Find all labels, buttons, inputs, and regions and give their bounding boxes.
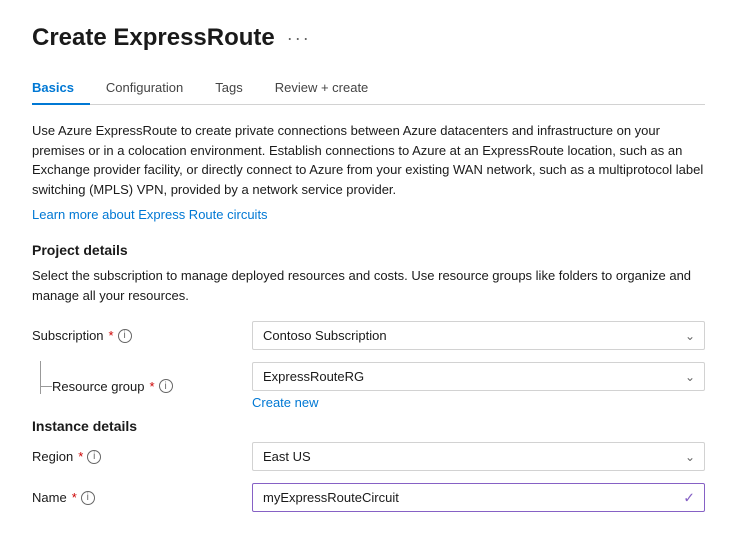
region-row: Region * i East US ⌄ [32,442,705,471]
name-row: Name * i ✓ [32,483,705,512]
tab-basics[interactable]: Basics [32,72,90,105]
name-input-col: ✓ [252,483,705,512]
region-dropdown[interactable]: East US ⌄ [252,442,705,471]
tab-configuration[interactable]: Configuration [90,72,199,105]
page-title: Create ExpressRoute [32,24,275,52]
name-check-icon: ✓ [683,489,695,506]
name-label: Name [32,490,67,505]
instance-details-title: Instance details [32,418,705,434]
tab-review-create[interactable]: Review + create [259,72,385,105]
resource-group-label-col: Resource group * i [32,379,252,394]
tab-tags[interactable]: Tags [199,72,258,105]
resource-group-value: ExpressRouteRG [263,369,364,384]
name-label-col: Name * i [32,490,252,505]
resource-group-dropdown-wrapper: ExpressRouteRG ⌄ [252,362,705,391]
region-chevron-icon: ⌄ [685,450,695,464]
subscription-input-col: Contoso Subscription ⌄ [252,321,705,350]
instance-details-form: Region * i East US ⌄ Name * i ✓ [32,442,705,512]
project-details-title: Project details [32,242,705,258]
resource-group-info-icon[interactable]: i [159,379,173,393]
region-required: * [78,449,83,464]
tab-bar: Basics Configuration Tags Review + creat… [32,72,705,105]
page-title-area: Create ExpressRoute ··· [32,24,705,52]
subscription-row: Subscription * i Contoso Subscription ⌄ [32,321,705,350]
region-label: Region [32,449,73,464]
resource-group-label: Resource group [52,379,145,394]
create-new-resource-group-link[interactable]: Create new [252,395,705,410]
resource-group-input-col: ExpressRouteRG ⌄ Create new [252,362,705,410]
name-required: * [72,490,77,505]
ellipsis-menu-icon[interactable]: ··· [287,28,311,49]
subscription-value: Contoso Subscription [263,328,387,343]
subscription-chevron-icon: ⌄ [685,329,695,343]
subscription-dropdown[interactable]: Contoso Subscription ⌄ [252,321,705,350]
project-details-form: Subscription * i Contoso Subscription ⌄ … [32,321,705,410]
name-input[interactable] [252,483,705,512]
region-value: East US [263,449,311,464]
subscription-label: Subscription [32,328,104,343]
name-info-icon[interactable]: i [81,491,95,505]
subscription-label-col: Subscription * i [32,328,252,343]
project-details-desc: Select the subscription to manage deploy… [32,266,705,305]
region-info-icon[interactable]: i [87,450,101,464]
name-input-wrapper: ✓ [252,483,705,512]
subscription-info-icon[interactable]: i [118,329,132,343]
resource-group-row: Resource group * i ExpressRouteRG ⌄ Crea… [32,362,705,410]
resource-group-dropdown[interactable]: ExpressRouteRG ⌄ [252,362,705,391]
resource-group-required: * [150,379,155,394]
learn-more-link[interactable]: Learn more about Express Route circuits [32,207,268,222]
region-label-col: Region * i [32,449,252,464]
subscription-dropdown-wrapper: Contoso Subscription ⌄ [252,321,705,350]
subscription-required: * [109,328,114,343]
resource-group-chevron-icon: ⌄ [685,370,695,384]
region-dropdown-wrapper: East US ⌄ [252,442,705,471]
description-text: Use Azure ExpressRoute to create private… [32,121,705,199]
region-input-col: East US ⌄ [252,442,705,471]
